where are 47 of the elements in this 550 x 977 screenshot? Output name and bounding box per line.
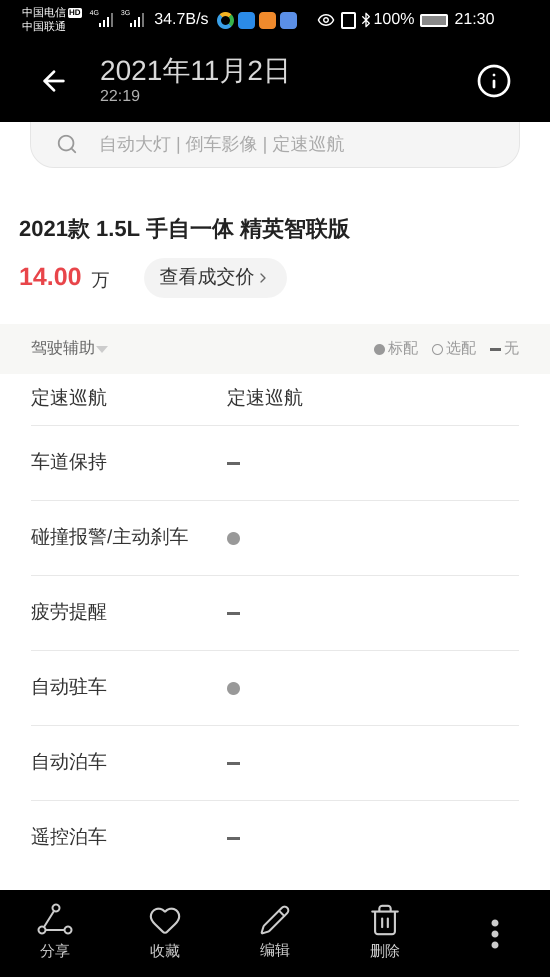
header-title: 2021年11月2日 [100,55,292,87]
info-button[interactable] [476,63,512,99]
header-time: 22:19 [100,87,142,107]
none-dash-icon [227,762,240,764]
feature-name: 碰撞报警/主动刹车 [31,526,190,550]
feature-name: 疲劳提醒 [31,600,108,625]
share-icon [37,903,73,938]
toolbar-button[interactable]: 收藏 [125,903,205,964]
legend-label: 选配 [446,338,476,359]
none-dash-icon [227,837,240,840]
search-icon [56,133,78,155]
feature-name: 车道保持 [31,450,108,475]
app-icon [280,12,297,28]
battery-icon [420,14,448,26]
app-icon [216,12,234,28]
signal-icon [98,13,115,27]
signal-icon [130,13,146,27]
clock: 21:30 [454,10,494,30]
section-title: 驾驶辅助 [31,338,95,359]
network-speed: 34.7B/s [154,10,209,30]
feature-name: 自动驻车 [31,676,108,700]
feature-value: 定速巡航 [227,387,303,412]
legend-label: 标配 [388,338,418,359]
legend-label: 无 [504,338,519,359]
pencil-icon [259,904,291,936]
price-unit: 万 [92,268,110,292]
feature-name: 定速巡航 [31,387,108,412]
deal-price-button[interactable]: 查看成交价 [144,258,287,298]
none-dash-icon [227,462,240,464]
search-field[interactable]: 自动大灯 | 倒车影像 | 定速巡航 [30,122,520,168]
price: 14.00 [19,262,82,294]
feature-name: 自动泊车 [31,750,108,775]
hd-badge: HD [68,8,82,18]
app-icon [258,12,276,28]
model-name: 2021款 1.5L 手自一体 精英智联版 [19,215,351,243]
carrier-label: 中国电信 [22,6,66,20]
eye-icon [316,11,335,29]
feature-name: 遥控泊车 [31,826,108,850]
toolbar-button[interactable]: 编辑 [235,904,315,963]
toolbar-button[interactable]: 分享 [15,903,95,964]
toolbar-button[interactable]: 删除 [345,903,425,964]
none-dash-icon [490,348,501,350]
none-dash-icon [227,612,240,614]
app-icon [238,12,255,28]
more-icon [491,918,499,948]
battery-percent: 100% [374,10,414,30]
carrier-label: 中国联通 [22,20,67,34]
